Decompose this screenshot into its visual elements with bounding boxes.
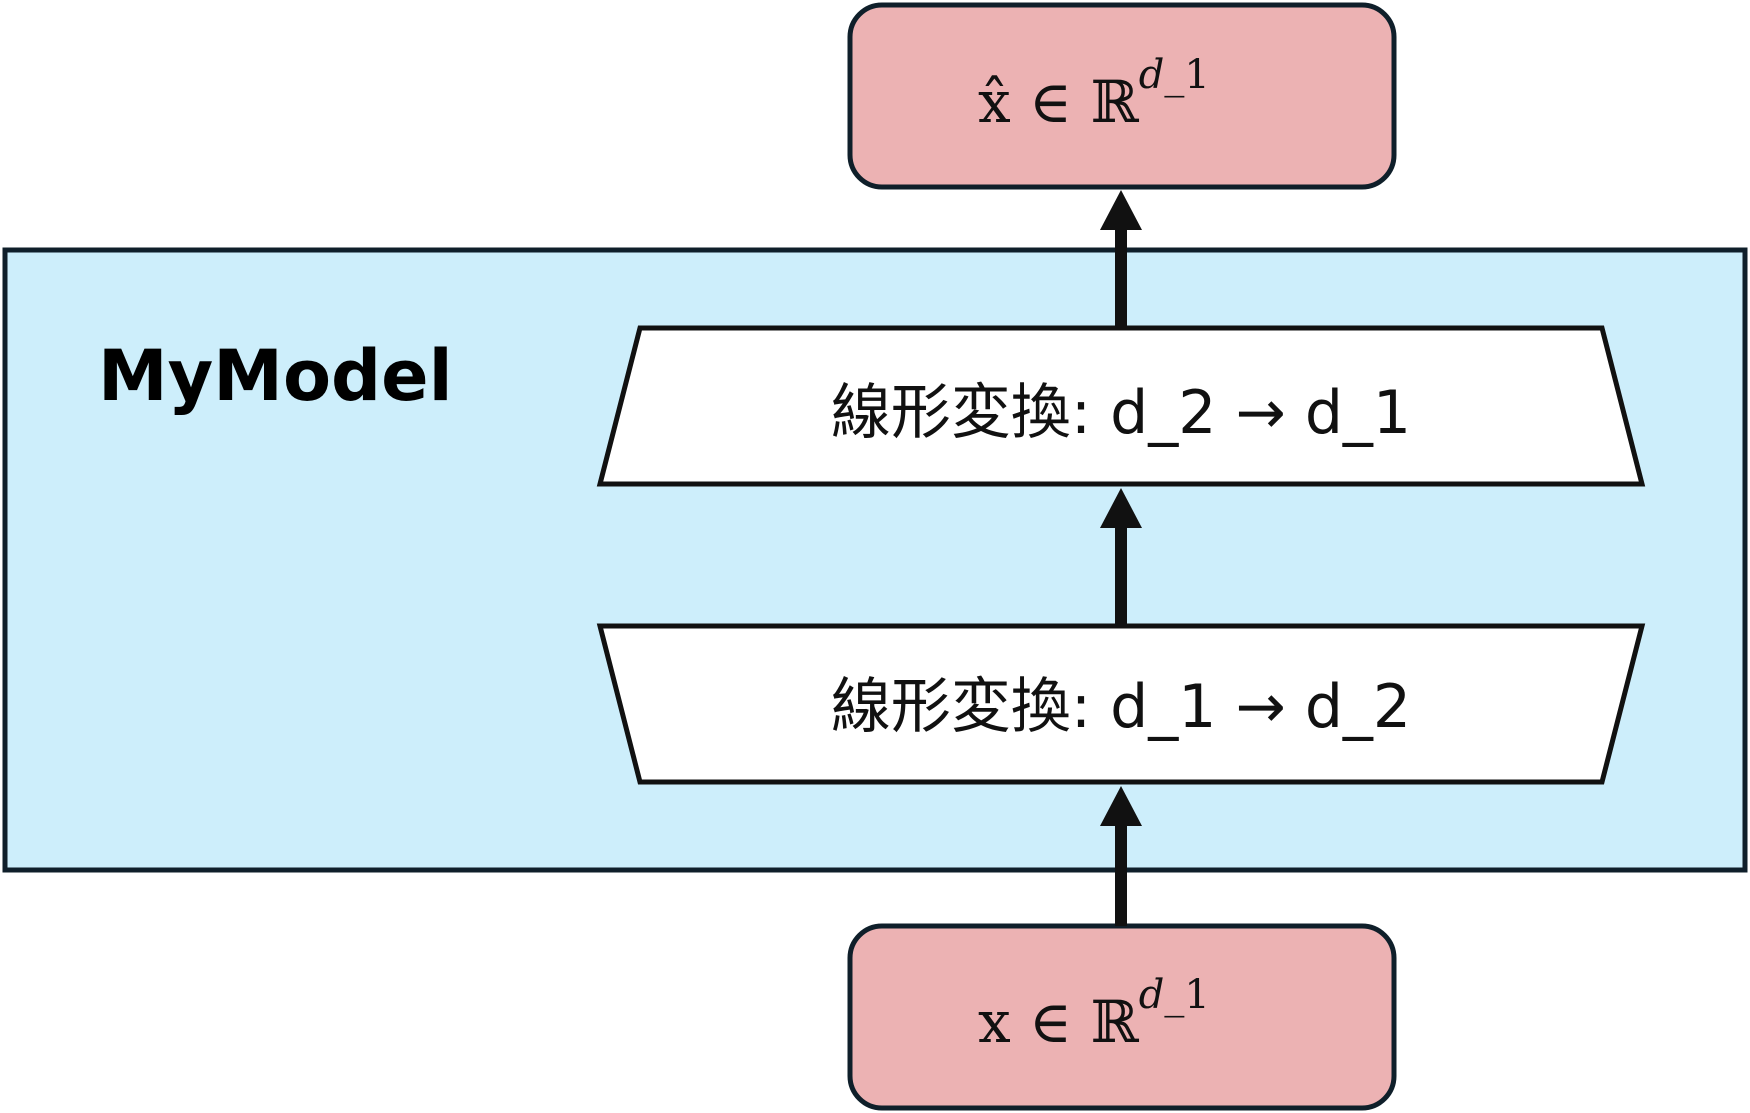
arrow-upper-to-output-head bbox=[1100, 190, 1142, 230]
layer-upper-label: 線形変換: d_2 → d_1 bbox=[831, 378, 1411, 448]
model-title: MyModel bbox=[98, 335, 453, 417]
input-node-base: x ∈ ℝ bbox=[978, 988, 1140, 1056]
input-node-sup-var: d bbox=[1139, 972, 1165, 1018]
output-node-sup-rest: _1 bbox=[1164, 52, 1209, 98]
layer-lower-label: 線形変換: d_1 → d_2 bbox=[831, 672, 1411, 742]
model-diagram: MyModel x̂ ∈ ℝd_1 線形変換: d_2 → d_1 線形変換: … bbox=[2, 2, 1748, 1111]
input-node-sup-rest: _1 bbox=[1164, 972, 1209, 1018]
output-node-sup-var: d bbox=[1139, 52, 1165, 98]
output-node-base: x̂ ∈ ℝ bbox=[978, 68, 1140, 136]
